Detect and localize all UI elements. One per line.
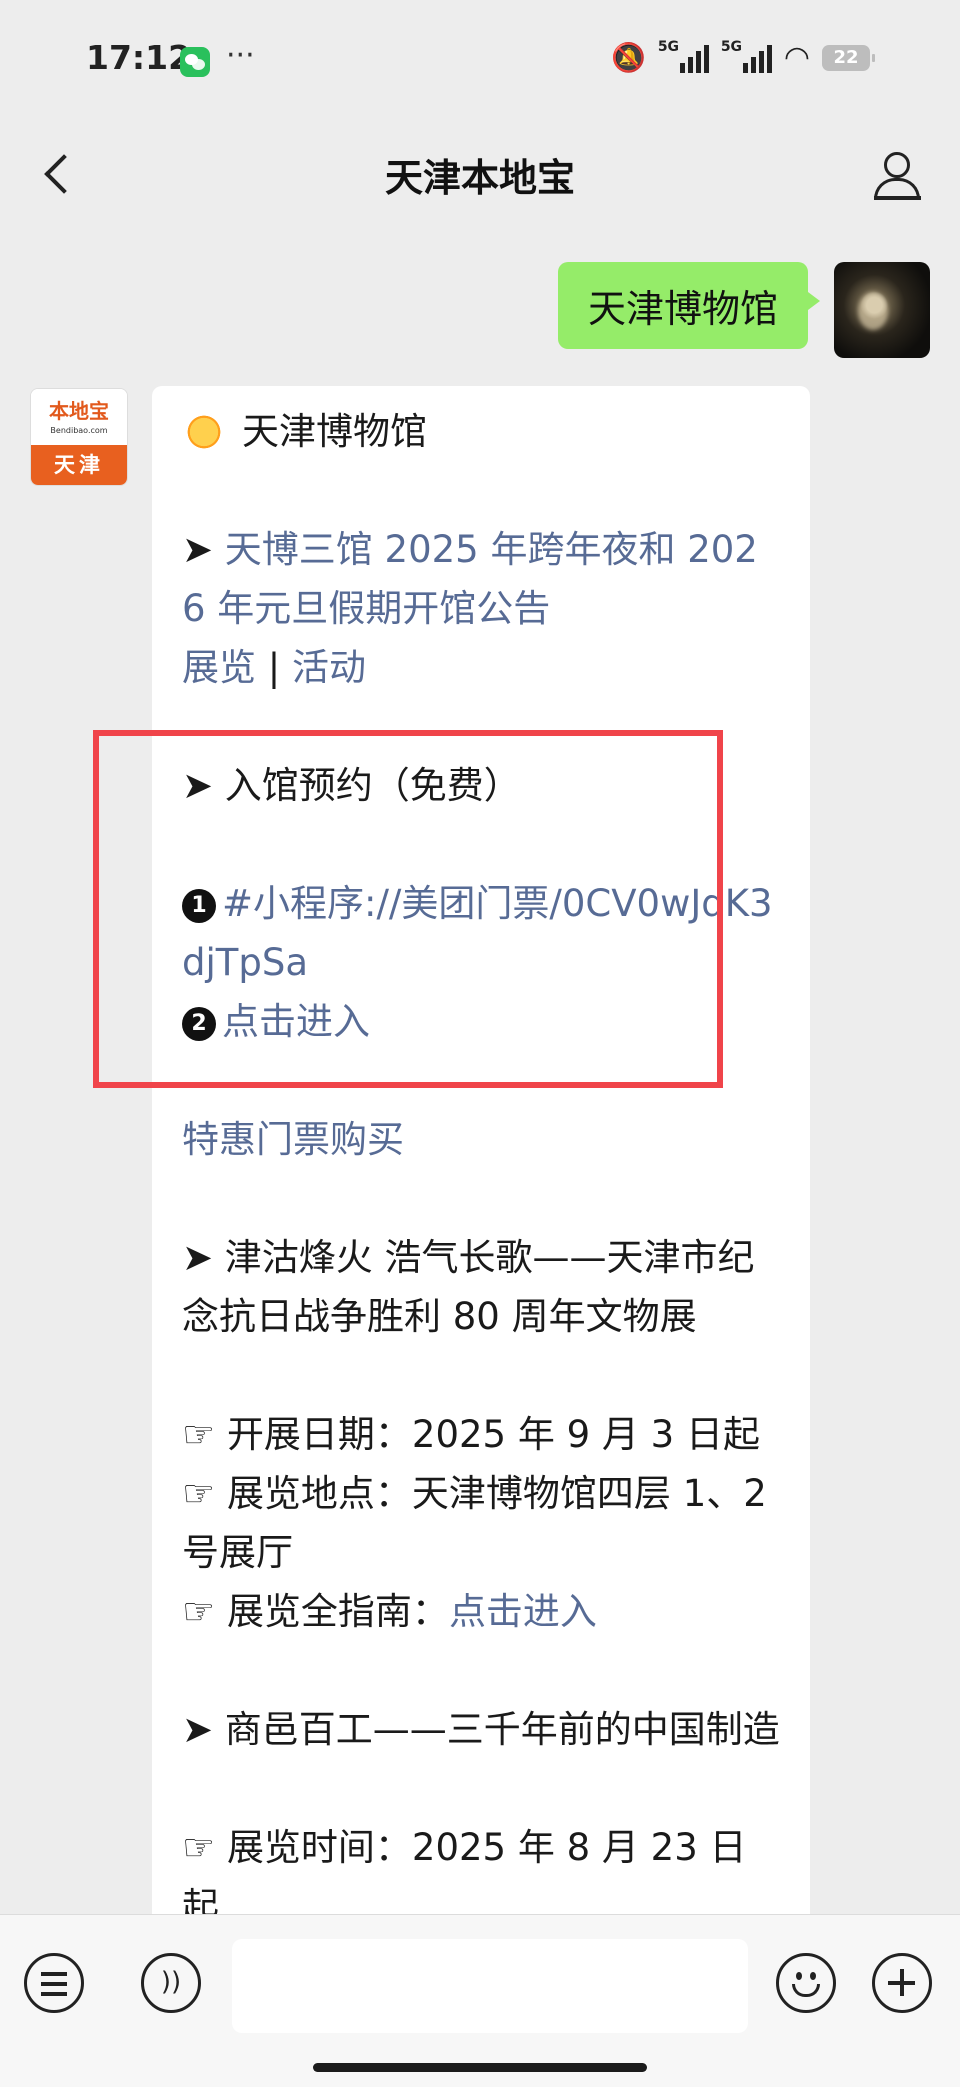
exhibit1-title: 津沽烽火 浩气长歌——天津市纪念抗日战争胜利 80 周年文物展 (182, 1236, 755, 1338)
exhibit1-place: 展览地点：天津博物馆四层 1、2号展厅 (182, 1472, 767, 1574)
exhibit1-place-line: ☞ 展览地点：天津博物馆四层 1、2号展厅 (182, 1464, 780, 1582)
pointer-icon: ☞ (182, 1826, 227, 1869)
menu-button[interactable] (24, 1953, 84, 2013)
exhibit1-title-line: ➤ 津沽烽火 浩气长歌——天津市纪念抗日战争胜利 80 周年文物展 (182, 1228, 780, 1346)
status-bar: 17:12 ··· 🔕 5G 5G ◠ 22 (0, 0, 960, 120)
exhibit-activity-links: 展览 | 活动 (182, 638, 780, 697)
card-title: 天津博物馆 (242, 410, 427, 453)
network-type-label-2: 5G (720, 38, 743, 55)
exhibit2-title: 商邑百工——三千年前的中国制造 (224, 1708, 780, 1751)
arrow-icon: ➤ (182, 1708, 225, 1751)
notice-link[interactable]: 天博三馆 2025 年跨年夜和 2026 年元旦假期开馆公告 (182, 528, 758, 630)
bot-avatar[interactable]: 本地宝 Bendibao.com 天津 (30, 388, 128, 486)
arrow-icon: ➤ (182, 1236, 225, 1279)
message-input[interactable] (232, 1939, 748, 2033)
wechat-notification-icon (180, 47, 210, 77)
emoji-button[interactable] (776, 1953, 836, 2013)
exhibit-link[interactable]: 展览 (182, 646, 256, 689)
logo-subtext: Bendibao.com (50, 426, 108, 435)
arrow-icon: ➤ (182, 528, 225, 571)
bot-message-card: 天津博物馆 ➤ 天博三馆 2025 年跨年夜和 2026 年元旦假期开馆公告 展… (152, 386, 810, 1946)
pointer-icon: ☞ (182, 1472, 227, 1515)
nav-bar: 天津本地宝 (0, 120, 960, 230)
pointer-icon: ☞ (182, 1590, 227, 1633)
exhibit1-guide-link[interactable]: 点击进入 (449, 1590, 597, 1633)
pointer-icon: ☞ (182, 1413, 227, 1456)
exhibit2-time: 展览时间：2025 年 8 月 23 日起 (182, 1826, 747, 1928)
logo-city: 天津 (31, 445, 127, 485)
exhibit1-date: 开展日期：2025 年 9 月 3 日起 (226, 1413, 760, 1456)
mute-icon: 🔕 (610, 41, 646, 74)
exhibit1-guide-label: 展览全指南： (226, 1590, 449, 1633)
exhibit1-date-line: ☞ 开展日期：2025 年 9 月 3 日起 (182, 1405, 780, 1464)
input-bar: )) (0, 1914, 960, 2087)
signal-icon-2: 5G (721, 39, 772, 73)
exhibit1-guide-line: ☞ 展览全指南：点击进入 (182, 1582, 780, 1641)
plus-button[interactable] (872, 1953, 932, 2013)
notice-line: ➤ 天博三馆 2025 年跨年夜和 2026 年元旦假期开馆公告 (182, 520, 780, 638)
signal-icon: 5G (658, 39, 709, 73)
network-type-label: 5G (657, 38, 680, 55)
home-indicator[interactable] (313, 2063, 647, 2072)
user-message-bubble[interactable]: 天津博物馆 (557, 262, 821, 349)
voice-button[interactable]: )) (141, 1953, 201, 2013)
sun-icon (182, 409, 226, 454)
user-avatar[interactable] (834, 262, 930, 358)
status-time: 17:12 (86, 38, 192, 77)
activity-link[interactable]: 活动 (292, 646, 366, 689)
card-header: 天津博物馆 (182, 402, 780, 461)
battery-icon: 22 (822, 44, 875, 71)
profile-icon[interactable] (870, 150, 922, 202)
system-icons: 🔕 5G 5G ◠ 22 (610, 39, 875, 75)
link-separator: | (256, 646, 292, 689)
page-title: 天津本地宝 (384, 156, 575, 200)
wifi-icon: ◠ (783, 40, 810, 75)
discount-line: 特惠门票购买 (182, 1110, 780, 1169)
logo-text: 本地宝 (49, 399, 109, 423)
booking-highlight-box (93, 730, 723, 1088)
exhibit2-title-line: ➤ 商邑百工——三千年前的中国制造 (182, 1700, 780, 1759)
more-notifications-icon: ··· (226, 38, 255, 73)
discount-ticket-link[interactable]: 特惠门票购买 (182, 1118, 404, 1161)
